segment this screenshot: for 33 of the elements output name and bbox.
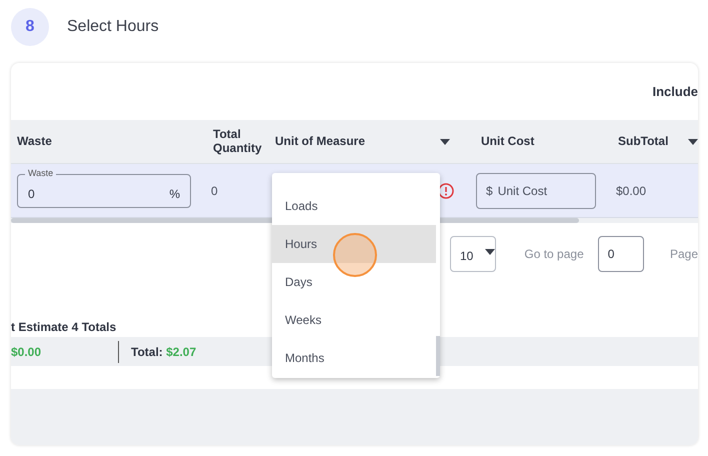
include-label: Include bbox=[652, 84, 698, 99]
menu-item[interactable]: Hours bbox=[272, 225, 436, 263]
page-label: Page bbox=[670, 247, 698, 261]
page-size-select[interactable]: 10 bbox=[450, 236, 496, 272]
amount-value: $0.00 bbox=[11, 344, 42, 358]
menu-item[interactable]: Weeks bbox=[272, 301, 436, 339]
caret-icon[interactable] bbox=[688, 138, 698, 144]
total-text: Total: $2.07 bbox=[131, 344, 196, 358]
caret-icon[interactable] bbox=[440, 138, 450, 144]
percent-suffix: % bbox=[169, 186, 180, 200]
placeholder-text: Unit Cost bbox=[498, 184, 548, 198]
caret-icon[interactable] bbox=[485, 249, 496, 255]
field-label: Waste bbox=[25, 168, 56, 178]
column-header: Waste bbox=[17, 134, 52, 148]
dollar-prefix: $ bbox=[486, 184, 493, 198]
click-marker bbox=[333, 233, 377, 277]
menu-item[interactable]: Months bbox=[272, 339, 436, 377]
step-badge: 8 bbox=[11, 8, 49, 46]
column-header: Unit of Measure bbox=[275, 134, 366, 148]
menu-item[interactable]: Loads bbox=[272, 187, 436, 225]
table-cell: 0 bbox=[211, 184, 218, 198]
step-title: Select Hours bbox=[67, 18, 159, 36]
menu-item[interactable]: Days bbox=[272, 263, 436, 301]
column-header: Total Quantity bbox=[213, 128, 263, 156]
column-header: Unit Cost bbox=[481, 134, 534, 148]
go-to-page-label: Go to page bbox=[524, 247, 584, 261]
table-cell: $0.00 bbox=[616, 184, 646, 198]
page-input[interactable]: 0 bbox=[598, 236, 644, 272]
scrollbar-thumb[interactable] bbox=[436, 336, 440, 376]
unit-cost-field[interactable]: $ Unit Cost bbox=[476, 172, 596, 208]
field-value: 0 bbox=[28, 186, 35, 200]
column-header: SubTotal bbox=[618, 134, 670, 148]
totals-title: t Estimate 4 Totals bbox=[11, 319, 116, 336]
